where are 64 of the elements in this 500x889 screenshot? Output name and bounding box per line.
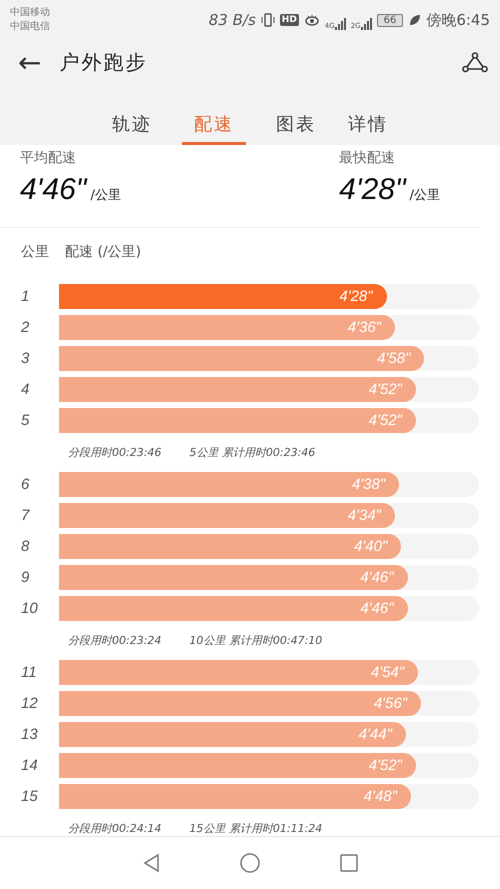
vibrate-icon <box>260 13 275 27</box>
km-number: 11 <box>21 664 38 681</box>
split-time: 分段用时00:23:24 <box>68 633 162 648</box>
pace-value: 4'58" <box>377 350 410 367</box>
km-number: 5 <box>21 412 30 429</box>
back-button[interactable]: ← <box>18 48 42 76</box>
signal-icon <box>334 18 346 30</box>
split-time: 分段用时00:24:14 <box>68 821 162 836</box>
pace-value: 4'56" <box>374 695 408 712</box>
pace-value: 4'54" <box>370 664 404 681</box>
pace-value: 4'44" <box>358 726 392 743</box>
summary-label: 平均配速 <box>20 149 77 167</box>
km-number: 10 <box>21 600 39 617</box>
km-number: 15 <box>21 788 39 805</box>
carrier-name: 中国电信 <box>10 20 50 34</box>
km-number: 8 <box>21 538 30 555</box>
recents-nav-icon[interactable] <box>340 854 358 872</box>
pace-value: 4'46" <box>360 600 394 617</box>
column-header: 公里 <box>21 243 49 262</box>
carrier-name: 中国移动 <box>10 6 50 20</box>
km-number: 2 <box>21 319 30 336</box>
km-number: 1 <box>21 288 30 305</box>
signal-icon <box>360 18 372 30</box>
summary-value: 4'46" <box>20 173 86 207</box>
pace-value: 4'46" <box>360 569 394 586</box>
split-time: 分段用时00:23:46 <box>68 445 162 460</box>
network-speed: 83 B/s <box>208 11 256 29</box>
leaf-icon <box>408 13 422 27</box>
tab[interactable]: 详情 <box>346 112 390 145</box>
home-nav-icon[interactable] <box>240 853 260 873</box>
page-title: 户外跑步 <box>59 49 148 76</box>
back-nav-icon[interactable] <box>142 853 160 873</box>
pace-value: 4'40" <box>354 538 388 555</box>
km-number: 14 <box>21 757 39 774</box>
summary-value: 4'28" <box>339 173 406 207</box>
eye-icon <box>304 13 320 27</box>
clock-time: 傍晚6:45 <box>426 10 490 30</box>
pace-value: 4'36" <box>348 319 381 336</box>
pace-value: 4'28" <box>339 288 373 305</box>
cumulative-time: 5公里 累计用时00:23:46 <box>189 445 316 460</box>
km-number: 9 <box>21 569 30 586</box>
tab[interactable]: 轨迹 <box>110 112 154 145</box>
cumulative-time: 15公里 累计用时01:11:24 <box>189 821 322 836</box>
km-number: 7 <box>21 507 31 524</box>
battery-level: 66 <box>376 14 404 26</box>
tab[interactable]: 图表 <box>274 112 318 145</box>
hd-badge: HD <box>280 14 299 26</box>
km-number: 4 <box>21 381 30 398</box>
share-icon[interactable] <box>462 52 488 73</box>
km-number: 3 <box>21 350 30 367</box>
pace-value: 4'38" <box>352 476 386 493</box>
pace-value: 4'34" <box>348 507 381 524</box>
summary-label: 最快配速 <box>339 149 396 167</box>
km-number: 13 <box>21 726 39 743</box>
pace-value: 4'48" <box>364 788 397 805</box>
km-number: 12 <box>21 695 39 712</box>
unit-label: /公里 <box>90 187 121 204</box>
cumulative-time: 10公里 累计用时00:47:10 <box>189 633 322 648</box>
column-header: 配速 (/公里) <box>65 243 142 262</box>
km-number: 6 <box>21 476 30 493</box>
pace-value: 4'52" <box>368 757 402 774</box>
pace-value: 4'52" <box>368 412 402 429</box>
unit-label: /公里 <box>410 187 440 204</box>
pace-value: 4'52" <box>368 381 402 398</box>
